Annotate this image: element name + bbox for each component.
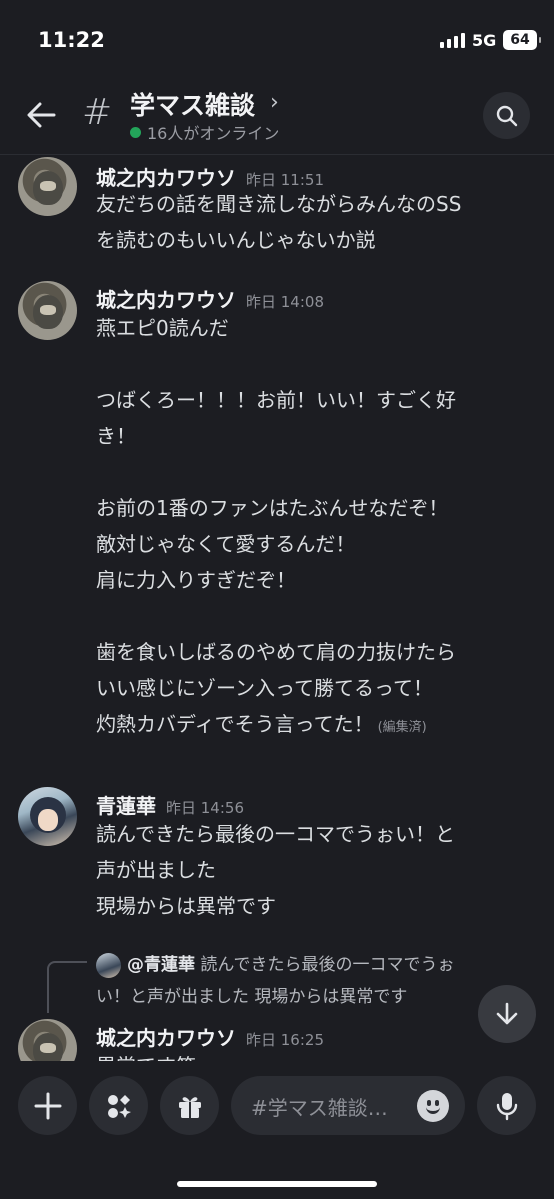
message-body: 燕エピ0読んだ つばくろー！！！お前！いい！すごく好 き！ お前の1番のファンは… (96, 310, 536, 746)
message-line: 読んできたら最後の一コマでうぉい！と (96, 822, 455, 846)
search-button[interactable] (483, 92, 530, 139)
reply-preview[interactable]: @青蓮華 読んできたら最後の一コマでうぉ い！と声が出ました 現場からは異常です (96, 949, 516, 1013)
channel-header: # 学マス雑談 › 16人がオンライン (0, 80, 554, 155)
status-time: 11:22 (38, 28, 105, 52)
message-author[interactable]: 城之内カワウソ 昨日 16:25 (96, 1022, 324, 1051)
reply-text: 読んできたら最後の一コマでうぉ (200, 955, 455, 975)
composer-bar: #学マス雑談… (0, 1062, 554, 1199)
message-line-text: 灼熱カバディでそう言ってた！ (96, 712, 374, 736)
online-status: 16人がオンライン (130, 120, 279, 144)
message-blank-line (96, 454, 536, 490)
microphone-icon (496, 1092, 517, 1120)
author-name[interactable]: 城之内カワウソ (96, 1026, 236, 1050)
avatar[interactable] (18, 157, 77, 216)
message-line: を読むのもいいんじゃないか説 (96, 228, 376, 252)
message-author[interactable]: 城之内カワウソ 昨日 14:08 (96, 284, 324, 313)
message-line: つばくろー！！！お前！いい！すごく好 (96, 388, 456, 412)
plus-icon (34, 1092, 61, 1119)
message-blank-line (96, 346, 536, 382)
author-name[interactable]: 城之内カワウソ (96, 288, 236, 312)
apps-icon (107, 1094, 131, 1118)
message-line: き！ (96, 424, 136, 448)
avatar[interactable] (18, 787, 77, 846)
search-icon (496, 105, 517, 126)
apps-button[interactable] (89, 1076, 148, 1135)
message-line: 肩に力入りすぎだぞ！ (96, 568, 296, 592)
reply-author[interactable]: @青蓮華 (127, 955, 195, 975)
network-type: 5G (472, 31, 497, 50)
reply-connector (47, 961, 87, 1013)
message-input[interactable]: #学マス雑談… (231, 1076, 465, 1135)
message-body: 友だちの話を聞き流しながらみんなのSS を読むのもいいんじゃないか説 (96, 186, 536, 258)
reply-text: い！と声が出ました 現場からは異常です (96, 987, 408, 1007)
reply-avatar (96, 952, 121, 978)
message-list: 城之内カワウソ 昨日 11:51 友だちの話を聞き流しながらみんなのSS を読むの… (0, 156, 554, 1061)
avatar[interactable] (18, 281, 77, 340)
gift-button[interactable] (160, 1076, 219, 1135)
message-line: 歯を食いしばるのやめて肩の力抜けたら (96, 640, 456, 664)
scroll-to-bottom-button[interactable] (478, 985, 536, 1043)
message-line: 敵対じゃなくて愛するんだ！ (96, 532, 356, 556)
chevron-right-icon[interactable]: › (270, 90, 279, 115)
emoji-icon[interactable] (417, 1090, 449, 1122)
message-input-placeholder[interactable]: #学マス雑談… (251, 1092, 411, 1121)
home-indicator[interactable] (177, 1181, 377, 1187)
message-timestamp: 昨日 14:08 (246, 293, 324, 311)
status-bar: 11:22 5G 64 (0, 0, 554, 80)
author-name[interactable]: 青蓮華 (96, 794, 156, 818)
online-count: 16人がオンライン (147, 124, 280, 143)
signal-icon (440, 32, 465, 48)
add-attachment-button[interactable] (18, 1076, 77, 1135)
message-line: 燕エピ0読んだ (96, 316, 229, 340)
message-line: 灼熱カバディでそう言ってた！ (編集済) (96, 706, 536, 746)
back-arrow-icon[interactable] (24, 98, 58, 132)
message-line: 異常です笑 (96, 1048, 536, 1061)
channel-hash-icon: # (82, 92, 113, 133)
message-line: 友だちの話を聞き流しながらみんなのSS (96, 192, 462, 216)
channel-title[interactable]: 学マス雑談 (130, 86, 255, 122)
message-body: 読んできたら最後の一コマでうぉい！と 声が出ました 現場からは異常です (96, 816, 536, 924)
message-line: いい感じにゾーン入って勝てるって！ (96, 676, 433, 700)
gift-icon (178, 1096, 201, 1118)
avatar[interactable] (18, 1019, 77, 1061)
voice-message-button[interactable] (477, 1076, 536, 1135)
message-timestamp: 昨日 16:25 (246, 1031, 324, 1049)
message-line: 声が出ました (96, 858, 216, 882)
message-line: お前の1番のファンはたぶんせなだぞ！ (96, 496, 449, 520)
battery-icon: 64 (503, 30, 541, 50)
arrow-down-icon (496, 1002, 518, 1025)
message-timestamp: 昨日 14:56 (166, 799, 244, 817)
message-line: 現場からは異常です (96, 894, 276, 918)
online-dot-icon (130, 126, 141, 138)
message-blank-line (96, 598, 536, 634)
edited-label: (編集済) (377, 720, 427, 735)
message-body: 異常です笑 (96, 1048, 536, 1061)
message-author[interactable]: 青蓮華 昨日 14:56 (96, 790, 244, 819)
